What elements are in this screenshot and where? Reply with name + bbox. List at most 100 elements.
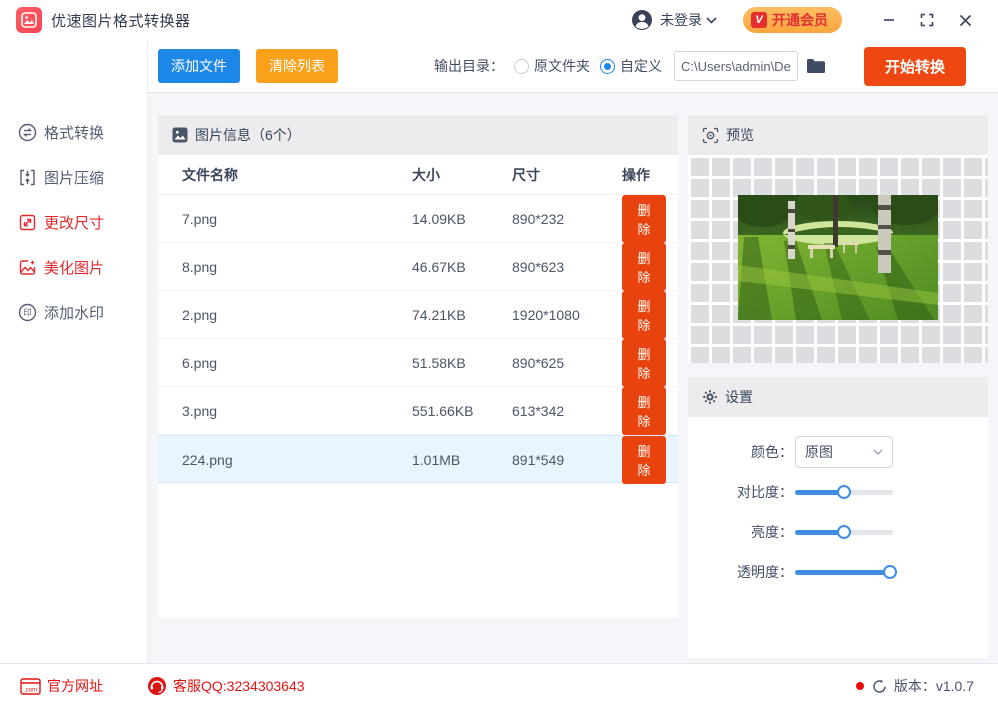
update-status-dot <box>855 682 864 690</box>
svg-text:.com: .com <box>24 687 37 693</box>
cell-filename: 6.png <box>182 355 218 371</box>
col-header-size: 大小 <box>412 166 440 183</box>
cell-dims: 891*549 <box>512 452 565 468</box>
delete-row-button[interactable]: 删除 <box>622 195 666 243</box>
close-button[interactable] <box>950 5 980 35</box>
cell-size: 1.01MB <box>412 452 461 468</box>
sidebar: 格式转换 图片压缩 更改尺寸 美化图片 印 添加水印 <box>0 40 148 663</box>
output-dir-label: 输出目录： <box>433 58 504 74</box>
table-row[interactable]: 8.png 46.67KB 890*623 删除 <box>158 243 678 291</box>
content-area: 图片信息（6个） 文件名称 大小 尺寸 操作 7.png 14.09KB 890… <box>148 93 998 663</box>
qq-headset-icon <box>147 676 167 696</box>
cell-filename: 224.png <box>182 452 233 468</box>
login-status[interactable]: 未登录 <box>660 10 702 30</box>
user-avatar-icon <box>632 10 652 30</box>
slider-handle[interactable] <box>883 565 898 579</box>
folder-icon <box>806 59 825 73</box>
table-section-header: 图片信息（6个） <box>158 115 678 155</box>
cell-filename: 7.png <box>182 211 218 227</box>
sidebar-item-label: 更改尺寸 <box>44 215 105 232</box>
table-row[interactable]: 3.png 551.66KB 613*342 删除 <box>158 387 678 435</box>
sidebar-item-label: 美化图片 <box>44 260 105 277</box>
chevron-down-icon <box>873 449 883 455</box>
footer-bar: .com 官方网址 客服QQ:3234303643 版本：v1.0.7 <box>0 663 998 708</box>
radio-circle-icon[interactable] <box>513 58 529 74</box>
radio-original-folder[interactable]: 原文件夹 <box>513 56 590 76</box>
opacity-slider[interactable] <box>795 565 898 579</box>
gear-icon <box>702 389 718 405</box>
contrast-slider[interactable] <box>795 485 893 499</box>
app-title: 优速图片格式转换器 <box>51 12 191 30</box>
official-website-link[interactable]: .com 官方网址 <box>20 676 103 696</box>
compress-icon <box>18 168 37 187</box>
cell-filename: 3.png <box>182 403 218 419</box>
brightness-label: 亮度： <box>751 524 793 540</box>
minimize-button[interactable] <box>874 5 904 35</box>
color-setting-row: 颜色： 原图 <box>688 432 988 472</box>
radio-custom-folder[interactable]: 自定义 <box>599 56 662 76</box>
col-header-action: 操作 <box>622 166 650 183</box>
contrast-setting-row: 对比度： <box>688 472 988 512</box>
vip-label: 开通会员 <box>772 12 828 28</box>
image-info-icon <box>172 127 188 143</box>
browse-folder-button[interactable] <box>806 58 826 74</box>
delete-row-button[interactable]: 删除 <box>622 339 666 387</box>
brightness-setting-row: 亮度： <box>688 512 988 552</box>
app-logo-icon <box>16 7 42 33</box>
output-path-input[interactable] <box>673 51 798 81</box>
beautify-image-icon <box>18 258 37 277</box>
sidebar-item-resize[interactable]: 更改尺寸 <box>0 200 147 245</box>
cell-size: 14.09KB <box>412 211 466 227</box>
cell-size: 551.66KB <box>412 403 474 419</box>
color-label: 颜色： <box>751 444 793 460</box>
sidebar-item-label: 添加水印 <box>44 305 105 322</box>
table-row[interactable]: 224.png 1.01MB 891*549 删除 <box>158 435 678 484</box>
color-select[interactable]: 原图 <box>795 436 893 468</box>
col-header-dims: 尺寸 <box>512 166 540 183</box>
website-dotcom-icon: .com <box>20 677 41 695</box>
col-header-name: 文件名称 <box>182 166 238 183</box>
cell-filename: 8.png <box>182 259 218 275</box>
cell-filename: 2.png <box>182 307 218 323</box>
preview-photo <box>738 195 938 320</box>
brightness-slider[interactable] <box>795 525 893 539</box>
refresh-icon[interactable] <box>872 679 887 694</box>
slider-handle[interactable] <box>837 525 851 539</box>
radio-selected-icon[interactable] <box>599 58 615 74</box>
table-row[interactable]: 2.png 74.21KB 1920*1080 删除 <box>158 291 678 339</box>
table-row[interactable]: 7.png 14.09KB 890*232 删除 <box>158 195 678 243</box>
version-label: 版本：v1.0.7 <box>893 678 974 694</box>
sidebar-item-image-compress[interactable]: 图片压缩 <box>0 155 147 200</box>
opacity-label: 透明度： <box>737 564 793 580</box>
slider-handle[interactable] <box>837 485 851 499</box>
delete-row-button[interactable]: 删除 <box>622 436 666 484</box>
stamp-icon: 印 <box>18 303 37 322</box>
delete-row-button[interactable]: 删除 <box>622 291 666 339</box>
maximize-button[interactable] <box>912 5 942 35</box>
vip-upgrade-button[interactable]: V 开通会员 <box>743 7 842 33</box>
clear-list-button[interactable]: 清除列表 <box>256 49 338 83</box>
delete-row-button[interactable]: 删除 <box>622 387 666 435</box>
delete-row-button[interactable]: 删除 <box>622 243 666 291</box>
sidebar-item-format-convert[interactable]: 格式转换 <box>0 110 147 155</box>
customer-service-qq-link[interactable]: 客服QQ:3234303643 <box>147 676 305 696</box>
cell-dims: 613*342 <box>512 403 565 419</box>
start-convert-button[interactable]: 开始转换 <box>863 46 966 86</box>
table-row[interactable]: 6.png 51.58KB 890*625 删除 <box>158 339 678 387</box>
login-menu[interactable]: 未登录 <box>631 9 717 31</box>
app-window: 优速图片格式转换器 未登录 V 开通会员 格式转换 图片压缩 更改尺寸 美化图片… <box>0 0 998 708</box>
sidebar-item-watermark[interactable]: 印 添加水印 <box>0 290 147 335</box>
preview-canvas <box>688 155 988 363</box>
file-table-card: 图片信息（6个） 文件名称 大小 尺寸 操作 7.png 14.09KB 890… <box>158 115 678 618</box>
cell-size: 51.58KB <box>412 355 466 371</box>
sidebar-item-beautify[interactable]: 美化图片 <box>0 245 147 290</box>
color-select-value: 原图 <box>805 444 833 460</box>
toolbar: 添加文件 清除列表 输出目录： 原文件夹 自定义 C:\Users\admin\… <box>148 40 998 93</box>
add-files-button[interactable]: 添加文件 <box>158 49 240 83</box>
settings-title: 设置 <box>725 389 753 405</box>
vip-badge-icon: V <box>751 12 767 28</box>
cell-dims: 890*232 <box>512 211 565 227</box>
cell-size: 46.67KB <box>412 259 466 275</box>
preview-eye-icon <box>702 127 719 144</box>
sidebar-item-label: 格式转换 <box>44 125 105 142</box>
